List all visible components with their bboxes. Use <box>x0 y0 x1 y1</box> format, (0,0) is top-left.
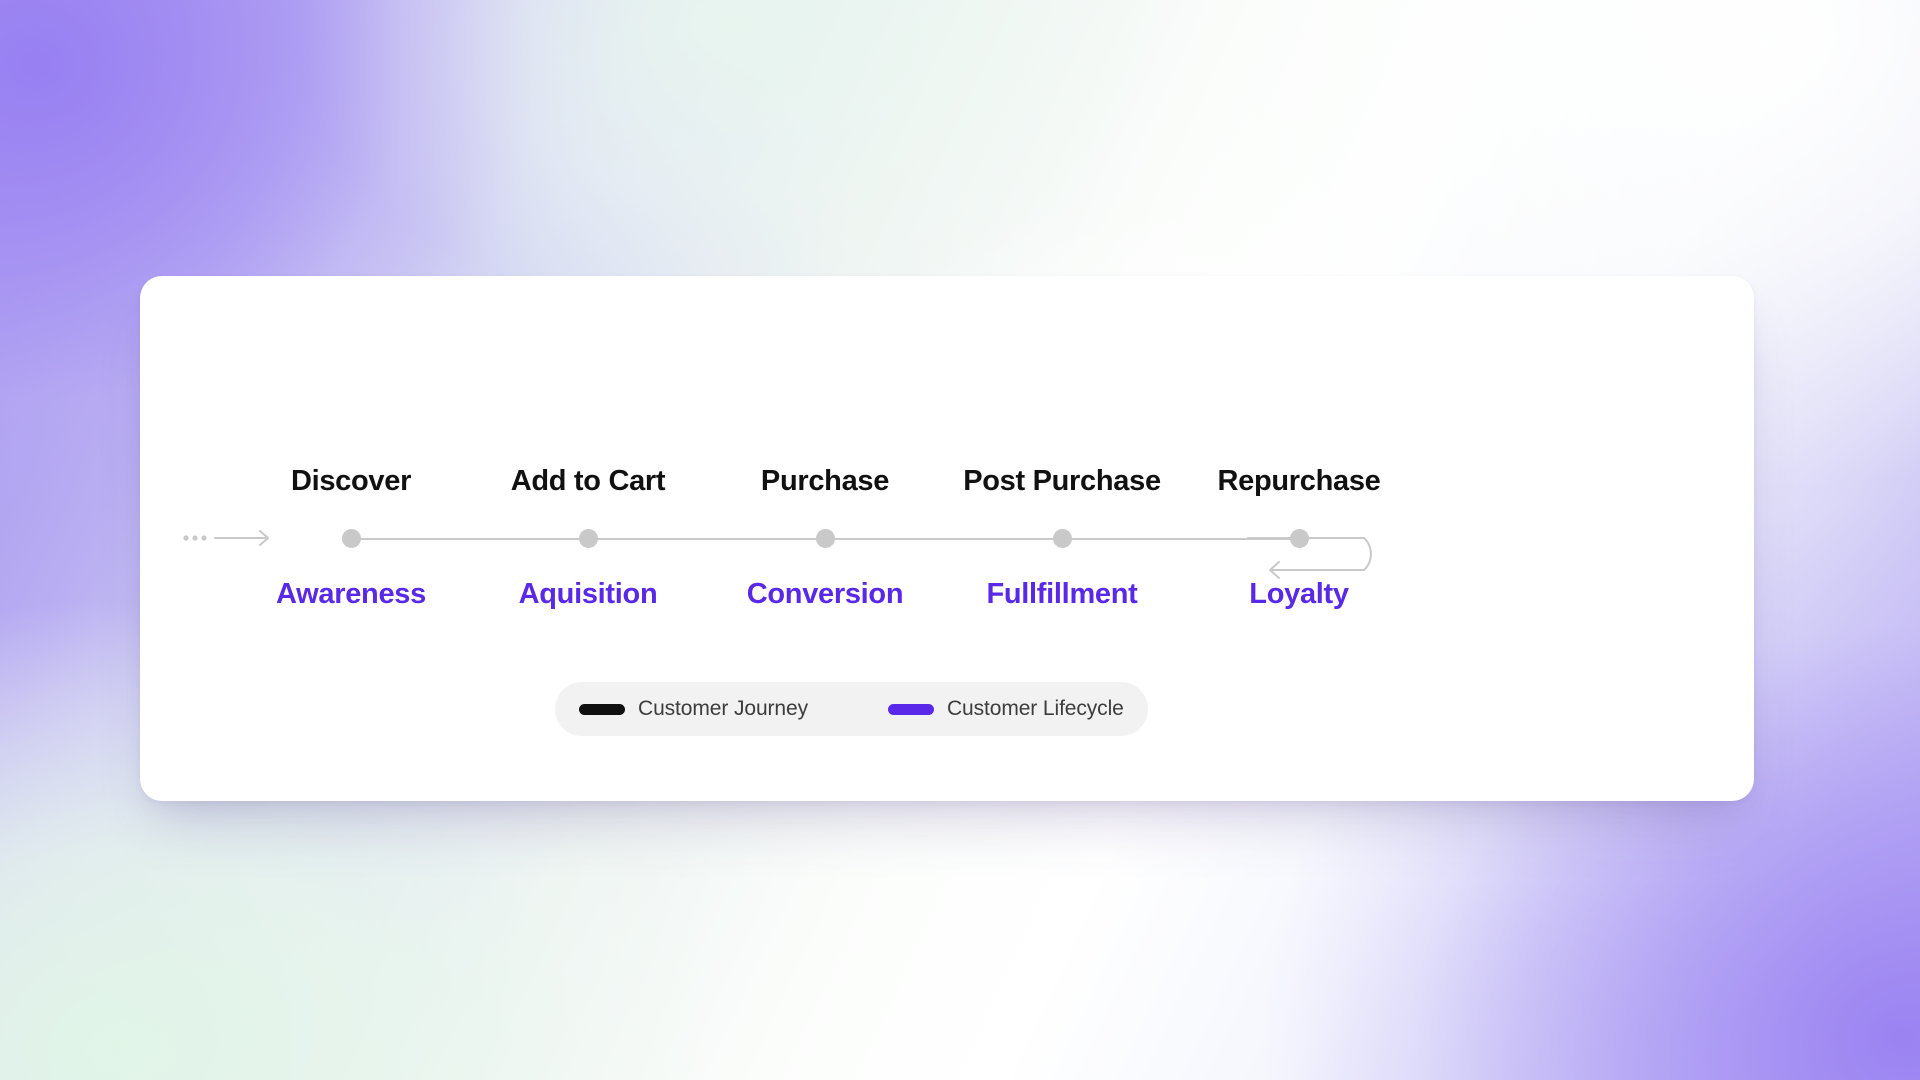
lifecycle-swatch-icon <box>887 703 934 715</box>
timeline-node[interactable] <box>1052 529 1072 548</box>
timeline-node[interactable] <box>815 529 835 548</box>
timeline-node[interactable] <box>578 529 598 548</box>
lifecycle-stage-label: Aquisition <box>518 578 658 610</box>
journey-stage-label: Add to Cart <box>510 465 666 497</box>
legend-item-customer-journey[interactable]: Customer Journey <box>579 697 808 721</box>
legend-label-customer-lifecycle: Customer Lifecycle <box>946 697 1124 720</box>
legend: Customer Journey Customer Lifecycle <box>555 682 1148 736</box>
journey-stage-label: Discover <box>290 465 412 497</box>
journey-stage-label: Post Purchase <box>963 465 1161 497</box>
app-root: Discover Awareness Add to Cart Aquisition Pu… <box>0 0 1920 1080</box>
dots-arrow-right-icon <box>183 530 269 546</box>
loop-back-arrow-icon <box>1247 537 1372 579</box>
journey-swatch-icon <box>579 703 625 715</box>
legend-item-customer-lifecycle[interactable]: Customer Lifecycle <box>887 697 1124 721</box>
timeline-node[interactable] <box>341 529 361 548</box>
lifecycle-stage-label: Awareness <box>276 578 426 610</box>
lifecycle-stage-label: Loyalty <box>1249 578 1349 610</box>
lifecycle-stage-label: Fullfillment <box>986 578 1138 610</box>
journey-stage-label: Purchase <box>760 465 890 497</box>
timeline-node[interactable] <box>1289 529 1309 548</box>
legend-label-customer-journey: Customer Journey <box>638 697 808 720</box>
lifecycle-stage-label: Conversion <box>746 578 904 610</box>
journey-stage-label: Repurchase <box>1217 465 1381 497</box>
journey-card: Discover Awareness Add to Cart Aquisition Pu… <box>140 276 1754 801</box>
